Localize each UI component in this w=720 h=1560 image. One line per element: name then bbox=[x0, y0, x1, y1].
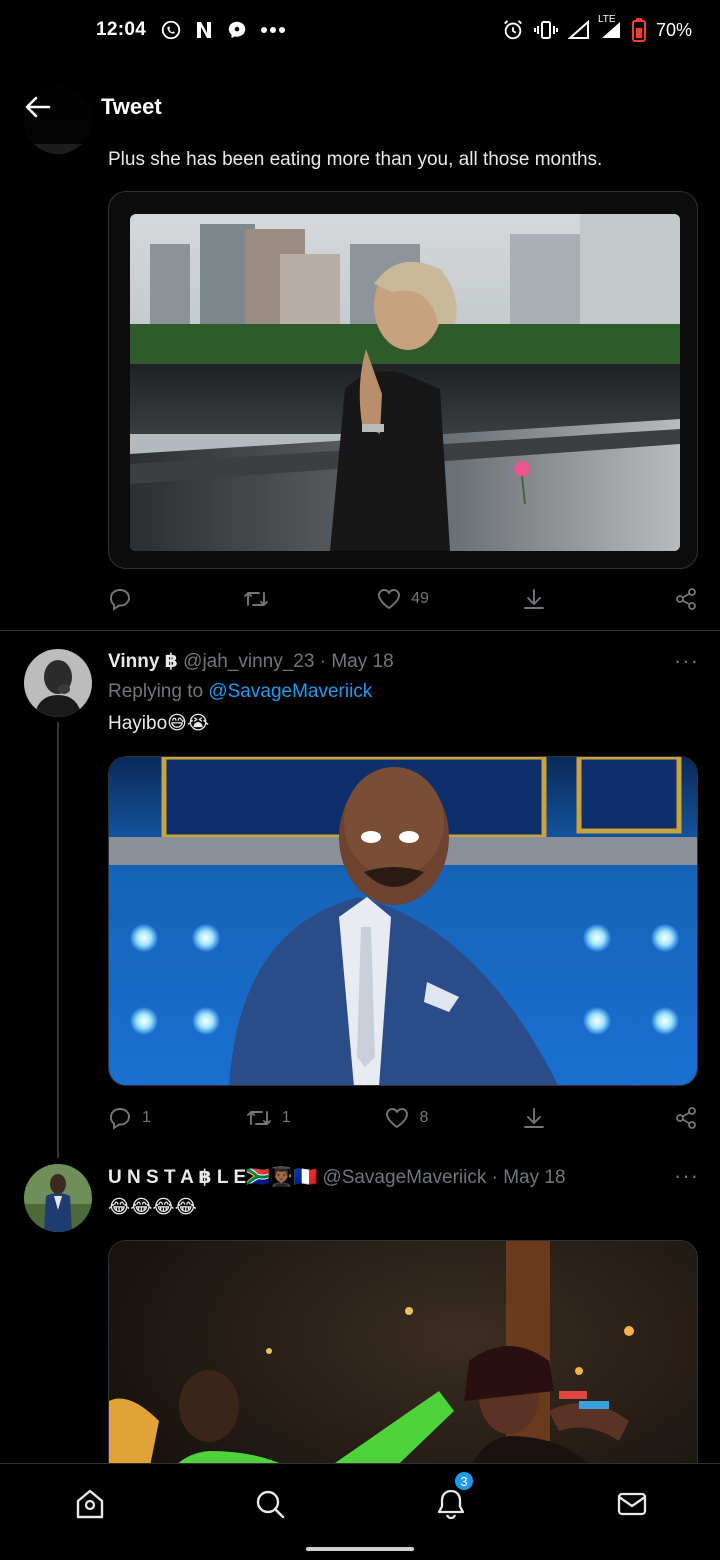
tweet-actions: 49 bbox=[108, 584, 698, 614]
retweet-button[interactable]: 1 bbox=[246, 1107, 291, 1129]
more-dots-icon bbox=[260, 26, 286, 34]
notification-badge: 3 bbox=[453, 1470, 475, 1492]
tweet-actions: 1 1 8 bbox=[108, 1103, 698, 1133]
tweet-text: 😂😂😂😂 bbox=[108, 1197, 197, 1218]
more-options-button[interactable]: ··· bbox=[674, 648, 699, 674]
lte-label: LTE bbox=[597, 14, 616, 25]
battery-percent: 70% bbox=[655, 19, 692, 40]
nav-home[interactable] bbox=[70, 1484, 110, 1524]
retweet-button[interactable] bbox=[243, 588, 283, 610]
tweet-media[interactable] bbox=[108, 191, 698, 569]
tweet-text: Plus she has been eating more than you, … bbox=[108, 149, 603, 170]
home-icon bbox=[76, 1489, 104, 1519]
nav-search[interactable] bbox=[250, 1484, 290, 1524]
reply-count: 1 bbox=[142, 1109, 151, 1126]
battery-icon bbox=[631, 18, 646, 42]
tweet-text: Hayibo😅😭 bbox=[108, 713, 210, 734]
share-icon bbox=[676, 1107, 696, 1129]
avatar[interactable] bbox=[24, 649, 92, 717]
download-icon bbox=[524, 1108, 545, 1128]
user-handle[interactable]: @jah_vinny_23 bbox=[183, 651, 314, 672]
like-button[interactable]: 49 bbox=[377, 588, 429, 610]
reply-icon bbox=[110, 1108, 130, 1130]
avatar-image bbox=[24, 649, 92, 717]
replying-to: Replying to @SavageMaveriick bbox=[108, 681, 372, 703]
replying-to-link[interactable]: @SavageMaveriick bbox=[208, 681, 372, 702]
heart-icon bbox=[386, 1108, 409, 1129]
messages-icon bbox=[617, 1492, 647, 1516]
avatar[interactable] bbox=[24, 1164, 92, 1232]
more-options-button[interactable]: ··· bbox=[674, 1163, 699, 1189]
reply-button[interactable]: 1 bbox=[108, 1106, 151, 1130]
back-button[interactable] bbox=[8, 77, 68, 137]
like-count: 8 bbox=[419, 1109, 429, 1126]
status-time: 12:04 bbox=[96, 19, 147, 40]
share-button[interactable] bbox=[658, 1106, 698, 1130]
netflix-icon bbox=[194, 20, 214, 40]
reply-button[interactable] bbox=[108, 587, 148, 611]
retweet-icon bbox=[246, 1111, 271, 1125]
tweet-header: Vinny ฿ @jah_vinny_23 · May 18 bbox=[108, 650, 394, 673]
download-button[interactable] bbox=[523, 1106, 563, 1130]
tweet-date: · May 18 bbox=[491, 1167, 566, 1188]
user-handle[interactable]: @SavageMaveriick bbox=[322, 1167, 486, 1188]
tweet-media[interactable] bbox=[108, 756, 698, 1086]
display-name[interactable]: Vinny ฿ bbox=[108, 651, 178, 672]
top-app-bar: Tweet bbox=[0, 70, 720, 144]
retweet-icon bbox=[243, 592, 268, 606]
share-button[interactable] bbox=[658, 587, 698, 611]
like-count: 49 bbox=[411, 590, 429, 607]
home-indicator[interactable] bbox=[306, 1547, 414, 1551]
alarm-icon bbox=[502, 19, 524, 41]
tweet-header: U N S T A ฿ L E🇿🇦👨🏾‍🎓🇫🇷 @SavageMaveriick… bbox=[108, 1165, 566, 1189]
back-arrow-icon bbox=[25, 96, 51, 118]
vibrate-icon bbox=[533, 20, 558, 40]
lte-signal-icon: LTE bbox=[598, 14, 622, 40]
page-title: Tweet bbox=[101, 94, 162, 119]
share-icon bbox=[676, 588, 696, 610]
nav-messages[interactable] bbox=[612, 1484, 652, 1524]
thread-line bbox=[57, 722, 59, 1158]
divider bbox=[0, 630, 720, 631]
heart-icon bbox=[378, 589, 401, 610]
reply-icon bbox=[110, 589, 130, 611]
like-button[interactable]: 8 bbox=[385, 1107, 428, 1129]
memorial-photo-illustration bbox=[130, 214, 680, 551]
messenger-icon bbox=[226, 19, 248, 41]
status-bar: 12:04 LTE 70% bbox=[0, 0, 720, 60]
download-button[interactable] bbox=[523, 587, 563, 611]
display-name[interactable]: U N S T A ฿ L E🇿🇦👨🏾‍🎓🇫🇷 bbox=[108, 1167, 317, 1188]
search-icon bbox=[256, 1490, 285, 1519]
retweet-count: 1 bbox=[281, 1109, 291, 1126]
memorial-photo[interactable] bbox=[130, 214, 680, 551]
signal-icon bbox=[567, 20, 590, 40]
nav-notifications[interactable]: 3 bbox=[431, 1470, 475, 1524]
tweet-date: · May 18 bbox=[319, 651, 394, 672]
bottom-navigation: 3 bbox=[0, 1463, 720, 1560]
whatsapp-icon bbox=[160, 19, 182, 41]
download-icon bbox=[524, 589, 545, 609]
replying-prefix: Replying to bbox=[108, 681, 209, 702]
notifications-icon bbox=[437, 1489, 465, 1520]
avatar-image bbox=[24, 1164, 92, 1232]
game-show-photo bbox=[109, 757, 697, 1085]
